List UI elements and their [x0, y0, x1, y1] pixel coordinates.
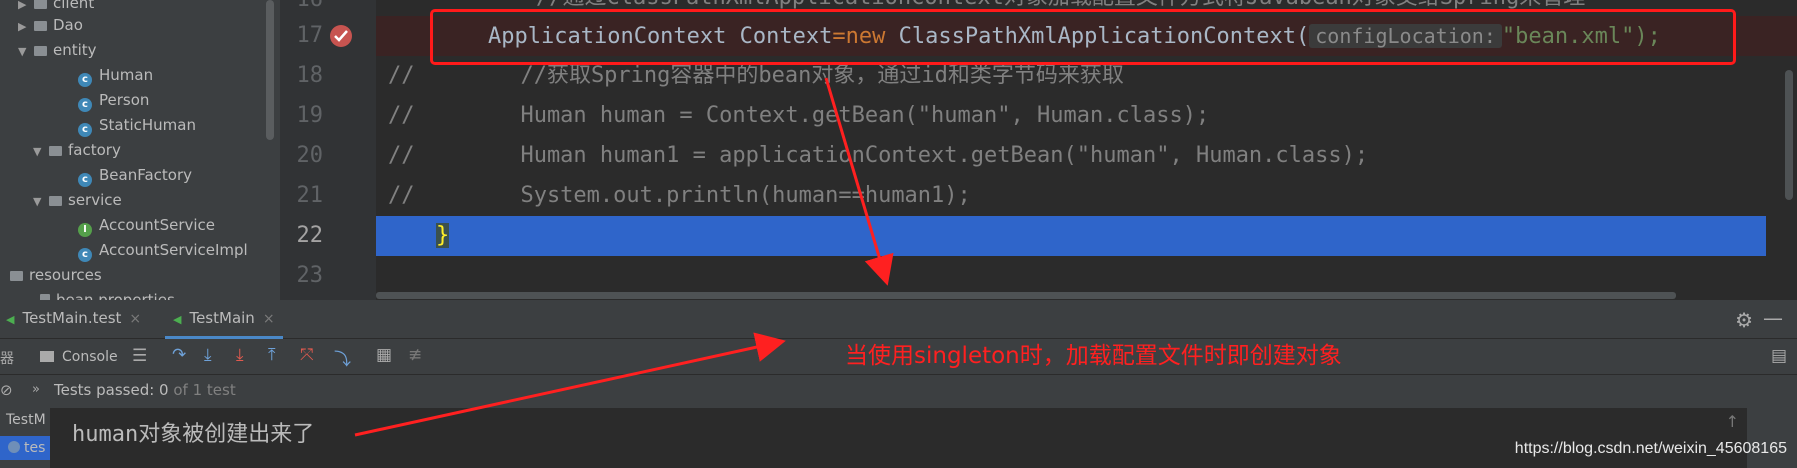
arrow-line-to-output — [824, 77, 894, 286]
annotation-arrows — [354, 77, 894, 437]
arrow-line-to-annotation — [354, 332, 786, 437]
watermark: https://blog.csdn.net/weixin_45608165 — [1514, 440, 1787, 457]
